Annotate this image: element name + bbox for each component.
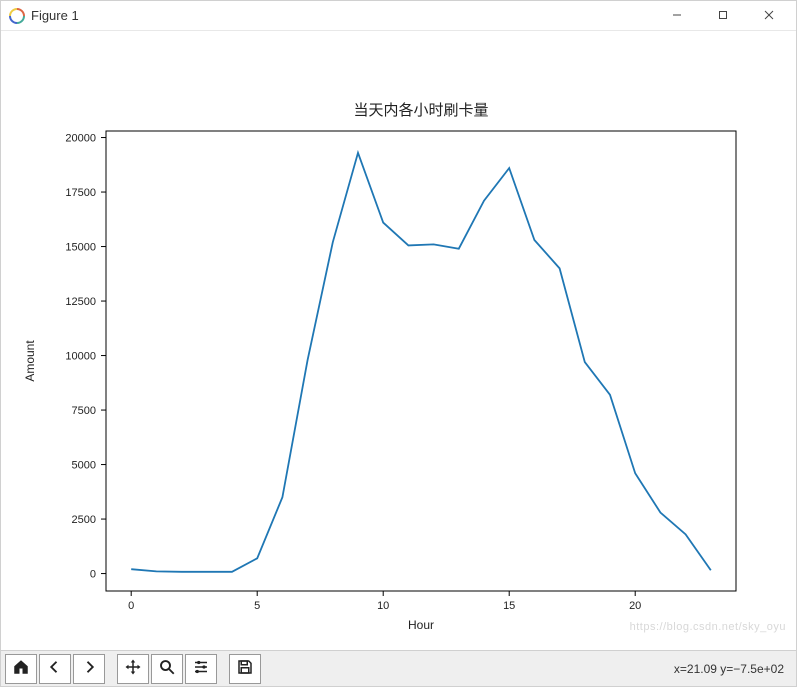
x-tick-label: 10 xyxy=(377,600,389,612)
maximize-button[interactable] xyxy=(700,1,746,31)
figure-window: Figure 1 当天内各小时刷卡量 0 5 10 15 20 Hour 0 2500 5000 7… xyxy=(0,0,797,687)
y-tick-label: 12500 xyxy=(65,296,96,308)
y-tick-label: 17500 xyxy=(65,187,96,199)
minimize-button[interactable] xyxy=(654,1,700,31)
x-tick-label: 0 xyxy=(128,600,134,612)
save-button[interactable] xyxy=(229,654,261,684)
save-icon xyxy=(236,658,254,679)
back-button[interactable] xyxy=(39,654,71,684)
window-title: Figure 1 xyxy=(31,8,79,23)
minimize-icon xyxy=(672,9,682,23)
chart-title: 当天内各小时刷卡量 xyxy=(353,102,488,119)
line-chart: 当天内各小时刷卡量 0 5 10 15 20 Hour 0 2500 5000 7500 10000 1… xyxy=(1,31,796,650)
y-tick-label: 20000 xyxy=(65,133,96,145)
sliders-icon xyxy=(192,658,210,679)
close-icon xyxy=(764,9,774,23)
arrow-left-icon xyxy=(46,658,64,679)
configure-button[interactable] xyxy=(185,654,217,684)
x-axis-label: Hour xyxy=(408,618,434,632)
forward-button[interactable] xyxy=(73,654,105,684)
x-tick-label: 20 xyxy=(629,600,641,612)
data-line xyxy=(131,153,711,572)
x-tick-label: 5 xyxy=(254,600,260,612)
app-icon xyxy=(9,8,25,24)
cursor-coordinates: x=21.09 y=−7.5e+02 xyxy=(674,662,792,676)
pan-button[interactable] xyxy=(117,654,149,684)
x-tick-label: 15 xyxy=(503,600,515,612)
matplotlib-toolbar: x=21.09 y=−7.5e+02 xyxy=(1,650,796,686)
plot-area[interactable]: 当天内各小时刷卡量 0 5 10 15 20 Hour 0 2500 5000 7500 10000 1… xyxy=(1,31,796,650)
arrow-right-icon xyxy=(80,658,98,679)
y-tick-label: 2500 xyxy=(72,514,96,526)
maximize-icon xyxy=(718,9,728,23)
y-tick-label: 0 xyxy=(90,569,96,581)
home-icon xyxy=(12,658,30,679)
y-axis-label: Amount xyxy=(23,340,37,382)
home-button[interactable] xyxy=(5,654,37,684)
y-tick-label: 15000 xyxy=(65,242,96,254)
zoom-icon xyxy=(158,658,176,679)
title-bar: Figure 1 xyxy=(1,1,796,31)
y-tick-label: 10000 xyxy=(65,351,96,363)
zoom-button[interactable] xyxy=(151,654,183,684)
close-button[interactable] xyxy=(746,1,792,31)
y-tick-label: 7500 xyxy=(72,405,96,417)
move-icon xyxy=(124,658,142,679)
y-tick-label: 5000 xyxy=(72,460,96,472)
